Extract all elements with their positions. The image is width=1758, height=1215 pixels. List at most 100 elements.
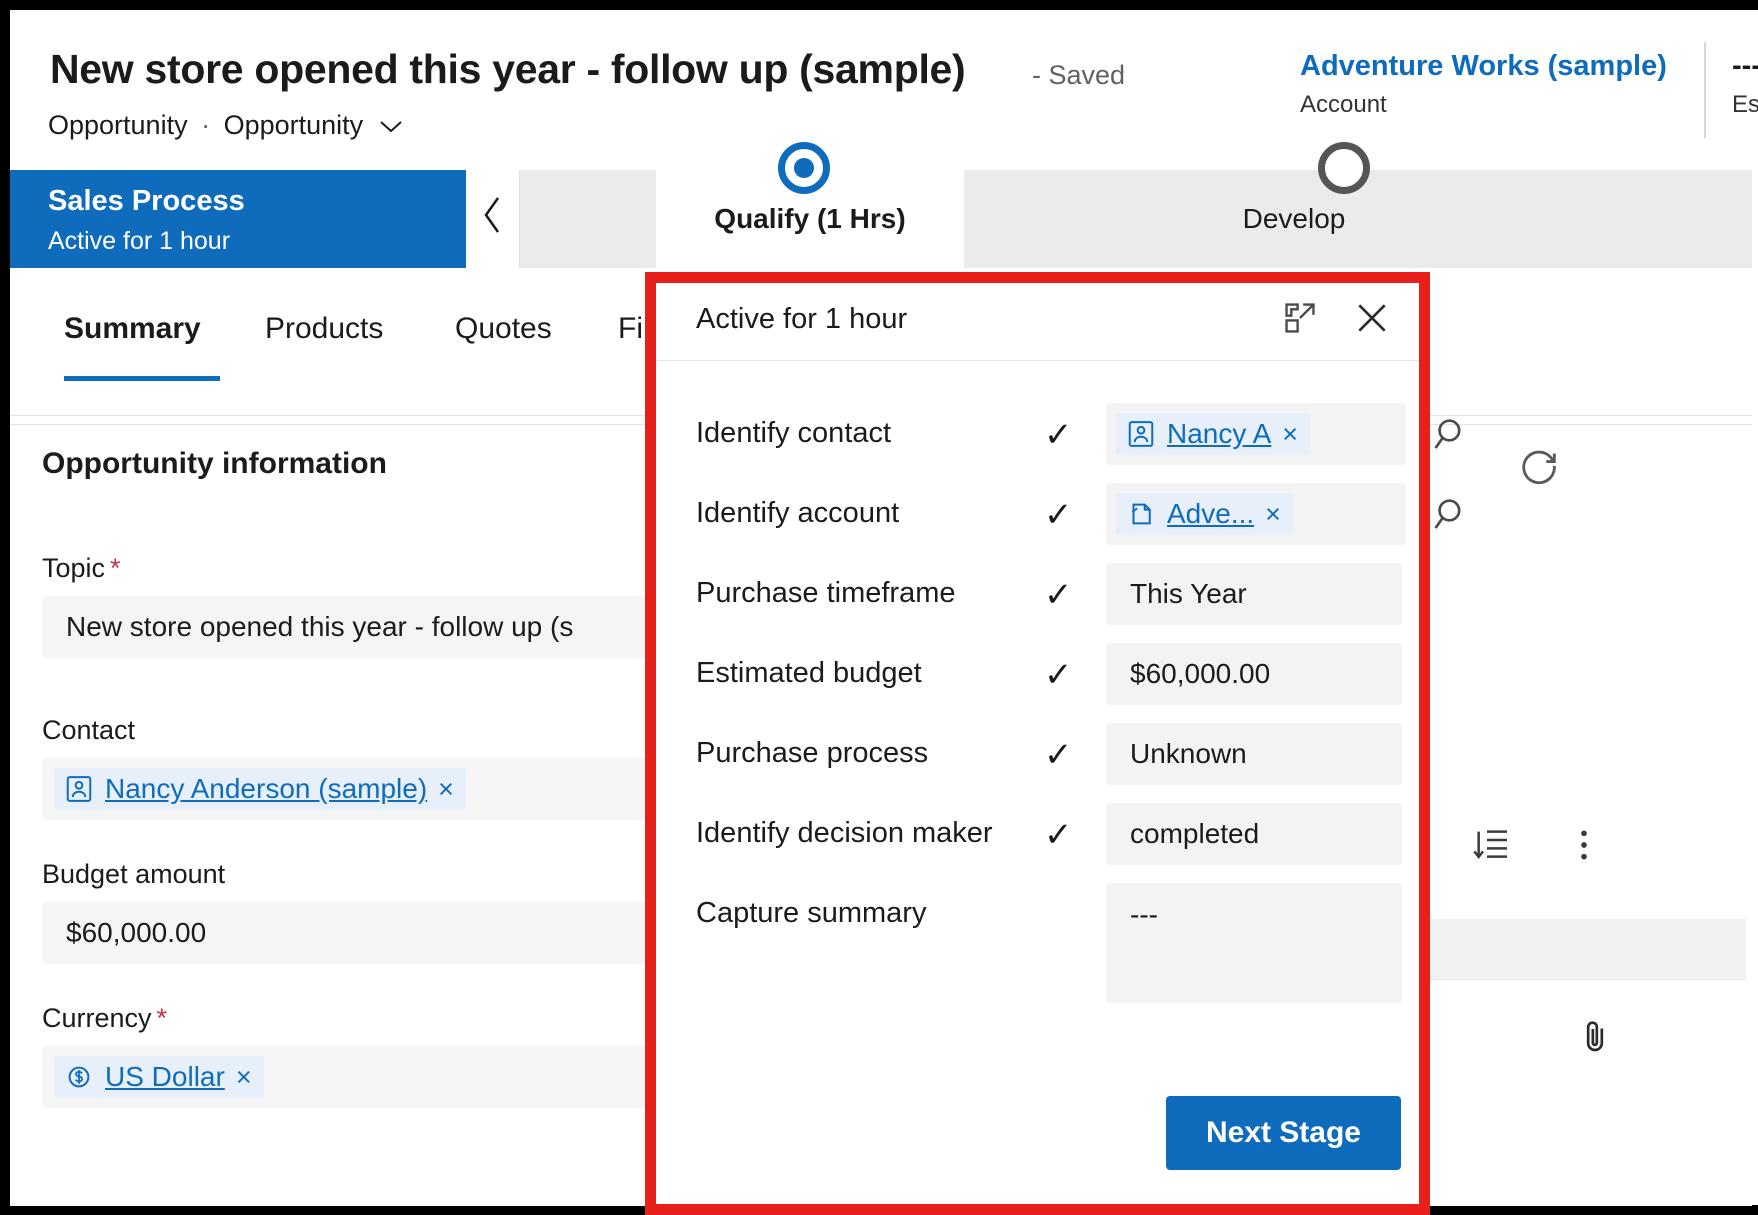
step-estimated-budget: Estimated budget ✓ $60,000.00 (656, 643, 1419, 723)
record-header: New store opened this year - follow up (… (10, 10, 1758, 150)
contact-chip-name[interactable]: Nancy Anderson (sample) (105, 773, 427, 805)
field-contact-input[interactable]: Nancy Anderson (sample) × (42, 758, 662, 820)
sort-icon[interactable] (1472, 825, 1512, 870)
step-purchase-process-input[interactable]: Unknown (1106, 723, 1402, 785)
close-icon[interactable] (1353, 299, 1391, 342)
step-identify-decision-maker: Identify decision maker ✓ completed (656, 803, 1419, 883)
step-purchase-timeframe-check-icon: ✓ (1044, 576, 1073, 614)
step-purchase-timeframe-label: Purchase timeframe (696, 577, 956, 609)
step-capture-summary-input[interactable]: --- (1106, 883, 1402, 1003)
step-purchase-process: Purchase process ✓ Unknown (656, 723, 1419, 803)
field-budget-amount-label: Budget amount (42, 859, 226, 889)
stage-flyout-highlight: Active for 1 hour Identify contact ✓ Nan… (645, 272, 1461, 1215)
contact-chip[interactable]: Nancy Anderson (sample) × (54, 768, 466, 810)
search-icon[interactable] (1431, 493, 1473, 540)
tab-products[interactable]: Products (265, 312, 383, 346)
field-budget-amount-input[interactable]: $60,000.00 (42, 902, 662, 964)
next-stage-button[interactable]: Next Stage (1165, 1096, 1401, 1170)
chevron-down-icon[interactable] (380, 118, 402, 139)
stage-flyout-title: Active for 1 hour (696, 303, 908, 335)
step-identify-contact-label: Identify contact (696, 417, 892, 449)
header-est-label: Est (1732, 91, 1758, 118)
header-account-label: Account (1300, 91, 1387, 118)
step-contact-chip[interactable]: Nancy A × (1116, 413, 1311, 455)
header-divider (1704, 42, 1706, 138)
step-identify-contact-check-icon: ✓ (1044, 416, 1073, 454)
header-field-account: Adventure Works (sample) Account (1300, 50, 1667, 119)
popout-icon[interactable] (1281, 299, 1319, 342)
process-collapse-button[interactable] (466, 170, 520, 268)
required-marker: * (110, 553, 121, 583)
step-purchase-timeframe: Purchase timeframe ✓ This Year (656, 563, 1419, 643)
process-stage-qualify-label: Qualify (1 Hrs) (714, 203, 906, 234)
window-edge-top (0, 0, 1758, 10)
attach-icon[interactable] (1576, 1016, 1616, 1061)
business-process-bar: Sales Process Active for 1 hour Qualify … (10, 142, 1752, 268)
field-contact-label: Contact (42, 715, 136, 745)
process-name: Sales Process (48, 185, 245, 217)
process-stage-develop-label: Develop (1242, 203, 1346, 234)
currency-chip[interactable]: US Dollar × (54, 1056, 264, 1098)
step-estimated-budget-check-icon: ✓ (1044, 656, 1073, 694)
stage-node-current-icon (778, 142, 830, 194)
step-estimated-budget-input[interactable]: $60,000.00 (1106, 643, 1402, 705)
field-topic-label: Topic * (42, 553, 121, 583)
chevron-left-icon (482, 195, 504, 244)
page-title: New store opened this year - follow up (… (50, 46, 966, 92)
tab-quotes[interactable]: Quotes (455, 312, 552, 346)
field-contact: Contact Nancy Anderson (sample) × (42, 715, 662, 820)
more-vertical-icon[interactable] (1564, 825, 1604, 870)
header-field-est: --- Est (1732, 50, 1758, 119)
stage-flyout: Active for 1 hour Identify contact ✓ Nan… (656, 283, 1461, 1204)
step-identify-decision-maker-check-icon: ✓ (1044, 816, 1073, 854)
step-capture-summary: Capture summary --- (656, 883, 1419, 1023)
step-purchase-process-label: Purchase process (696, 737, 929, 769)
form-selector-label[interactable]: Opportunity (224, 110, 364, 140)
step-purchase-timeframe-input[interactable]: This Year (1106, 563, 1402, 625)
process-header[interactable]: Sales Process Active for 1 hour (10, 170, 466, 268)
step-identify-contact: Identify contact ✓ Nancy A × (656, 403, 1461, 483)
required-marker: * (156, 1003, 168, 1033)
step-contact-chip-name[interactable]: Nancy A (1167, 418, 1271, 450)
stage-flyout-actions (1281, 299, 1391, 342)
refresh-icon[interactable] (1516, 443, 1562, 494)
step-capture-summary-label: Capture summary (696, 897, 927, 929)
header-est-value: --- (1732, 50, 1758, 82)
remove-contact-icon[interactable]: × (438, 774, 454, 805)
account-icon (1126, 499, 1156, 529)
step-identify-contact-input[interactable]: Nancy A × (1106, 403, 1406, 465)
save-status: - Saved (1032, 60, 1126, 90)
currency-icon (64, 1062, 94, 1092)
contact-icon (1126, 419, 1156, 449)
process-stage-develop[interactable]: Develop (1140, 170, 1448, 268)
breadcrumb-entity: Opportunity (48, 110, 188, 140)
step-account-chip-name[interactable]: Adve... (1167, 498, 1254, 530)
contact-icon (64, 774, 94, 804)
field-topic-input[interactable]: New store opened this year - follow up (… (42, 596, 662, 658)
field-currency-input[interactable]: US Dollar × (42, 1046, 662, 1108)
step-account-chip[interactable]: Adve... × (1116, 493, 1293, 535)
process-status: Active for 1 hour (48, 227, 231, 255)
step-identify-decision-maker-input[interactable]: completed (1106, 803, 1402, 865)
field-currency: Currency * US Dollar × (42, 1003, 662, 1108)
step-identify-account-check-icon: ✓ (1044, 496, 1073, 534)
header-account-link[interactable]: Adventure Works (sample) (1300, 50, 1667, 83)
tab-active-indicator (64, 376, 220, 381)
tab-summary[interactable]: Summary (64, 312, 201, 346)
remove-currency-icon[interactable]: × (236, 1062, 252, 1093)
app-root: New store opened this year - follow up (… (0, 0, 1758, 1215)
field-currency-label: Currency * (42, 1003, 168, 1033)
step-identify-account-input[interactable]: Adve... × (1106, 483, 1406, 545)
stage-flyout-header: Active for 1 hour (656, 283, 1419, 361)
step-identify-decision-maker-label: Identify decision maker (696, 817, 993, 849)
remove-step-account-icon[interactable]: × (1265, 499, 1281, 530)
step-estimated-budget-label: Estimated budget (696, 657, 922, 689)
field-budget-amount: Budget amount $60,000.00 (42, 859, 662, 964)
field-topic: Topic * New store opened this year - foll… (42, 553, 662, 658)
window-edge-left (0, 0, 10, 1215)
remove-step-contact-icon[interactable]: × (1282, 419, 1298, 450)
stage-node-next-icon (1318, 142, 1370, 194)
step-purchase-process-check-icon: ✓ (1044, 736, 1073, 774)
search-icon[interactable] (1431, 413, 1473, 460)
currency-chip-name[interactable]: US Dollar (105, 1061, 225, 1093)
